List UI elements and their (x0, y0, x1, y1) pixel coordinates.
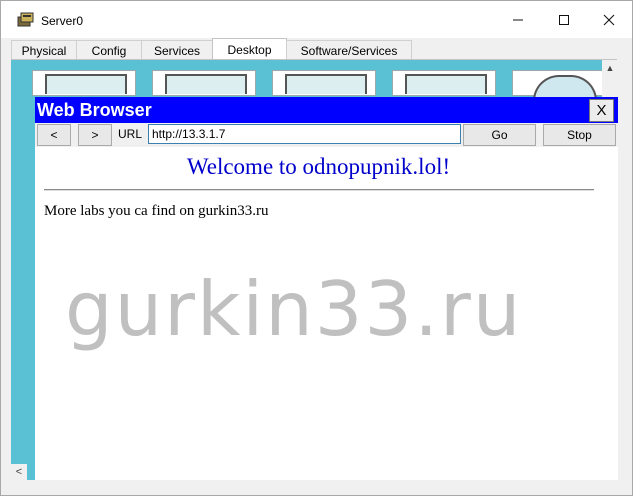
app-window: Server0 Physical Config Services Desktop… (0, 0, 633, 496)
title-bar: Server0 (1, 1, 632, 38)
close-button[interactable] (586, 1, 632, 38)
minimize-button[interactable] (495, 1, 541, 38)
desktop-app-icon[interactable] (272, 70, 376, 96)
scroll-left-icon[interactable]: < (11, 464, 27, 480)
minimize-icon (513, 19, 523, 20)
tab-desktop[interactable]: Desktop (212, 38, 287, 61)
server-app-icon (17, 12, 34, 27)
browser-toolbar: < > URL Go Stop (35, 123, 618, 147)
back-button[interactable]: < (37, 124, 71, 146)
stop-button[interactable]: Stop (543, 124, 616, 146)
desktop-app-icon[interactable] (512, 70, 602, 101)
tab-services[interactable]: Services (141, 40, 213, 60)
watermark-text: gurkin33.ru (65, 265, 523, 353)
close-icon (603, 14, 615, 25)
web-page-content: Welcome to odnopupnik.lol! More labs you… (35, 147, 602, 480)
ip-config-icon (45, 74, 127, 94)
tab-config[interactable]: Config (76, 40, 142, 60)
window-title: Server0 (41, 14, 84, 28)
desktop-app-icon[interactable] (152, 70, 256, 96)
browser-title: Web Browser (37, 100, 152, 120)
maximize-icon (559, 14, 569, 25)
go-button[interactable]: Go (463, 124, 536, 146)
web-browser-window: Web Browser X < > URL Go Stop Welcome to… (35, 97, 618, 480)
page-heading: Welcome to odnopupnik.lol! (186, 154, 451, 179)
tab-software-services[interactable]: Software/Services (286, 40, 412, 60)
url-label: URL (118, 127, 143, 141)
page-text: More labs you ca find on gurkin33.ru (44, 203, 269, 219)
dial-up-icon (165, 74, 247, 94)
desktop-app-icon[interactable] (392, 70, 496, 96)
url-input[interactable] (148, 124, 461, 144)
command-prompt-icon (405, 74, 487, 94)
forward-button[interactable]: > (78, 124, 112, 146)
browser-title-bar: Web Browser X (35, 97, 618, 123)
horizontal-rule (44, 189, 594, 191)
terminal-icon (285, 74, 367, 94)
maximize-button[interactable] (541, 1, 587, 38)
desktop-app-icon[interactable] (32, 70, 136, 96)
tab-bar: Physical Config Services Desktop Softwar… (1, 38, 632, 61)
scroll-up-icon[interactable]: ▲ (602, 60, 618, 76)
browser-close-button[interactable]: X (589, 99, 614, 122)
tab-physical[interactable]: Physical (11, 40, 77, 60)
